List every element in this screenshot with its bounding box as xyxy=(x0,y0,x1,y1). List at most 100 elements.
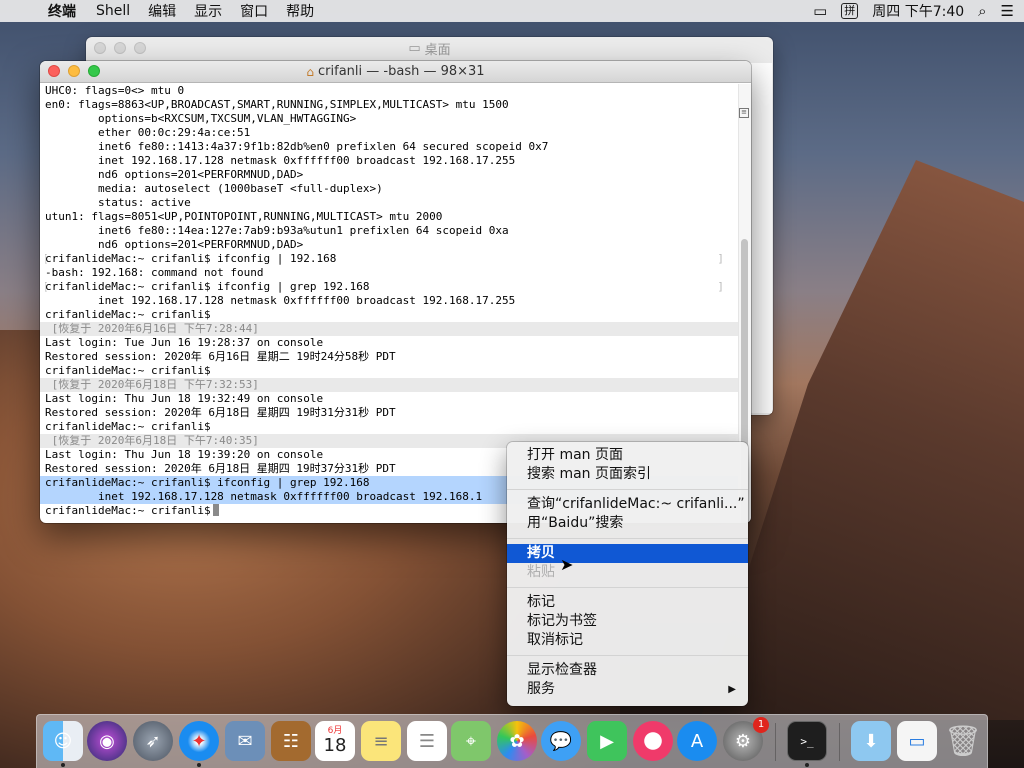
reminders-dock-icon[interactable]: ☰ xyxy=(407,721,447,761)
context-menu-item[interactable]: 查询“crifanlideMac:~ crifanli...” xyxy=(507,495,748,514)
context-menu-item[interactable]: 拷贝 xyxy=(507,544,748,563)
finder-titlebar: ▭ 桌面 xyxy=(86,37,773,59)
split-pane-icon[interactable]: ≡ xyxy=(739,108,749,118)
terminal-line-text: Last login: Thu Jun 18 19:32:49 on conso… xyxy=(45,392,324,405)
terminal-line-text: [恢复于 2020年6月16日 下午7:28:44] xyxy=(45,322,259,335)
terminal-line-text: inet 192.168.17.128 netmask 0xffffff00 b… xyxy=(45,154,516,167)
terminal-line: crifanlideMac:~ crifanli$ ifconfig | 192… xyxy=(45,252,738,266)
menu-edit[interactable]: 编辑 xyxy=(148,1,176,21)
context-menu-item-label: 服务 xyxy=(527,681,555,697)
document-stack-icon[interactable]: ▭ xyxy=(897,721,937,761)
context-menu-item[interactable]: 服务 ▶ xyxy=(507,680,748,699)
terminal-line-text: status: active xyxy=(45,196,191,209)
context-menu-item[interactable]: 搜索 man 页面索引 xyxy=(507,465,748,484)
menu-help[interactable]: 帮助 xyxy=(286,1,314,21)
dock: ☺ ◉ ➶ ✦ ✉ ☷ 6月 18 ≡ ☰ ⌖ ✿ 💬 ▶ ♪ A ⚙ 1 >_… xyxy=(36,714,988,768)
terminal-line: ether 00:0c:29:4a:ce:51 xyxy=(45,126,738,140)
terminal-line-text: inet 192.168.17.128 netmask 0xffffff00 b… xyxy=(45,490,483,503)
maps-dock-icon[interactable]: ⌖ xyxy=(451,721,491,761)
terminal-zoom-button[interactable] xyxy=(88,65,100,77)
terminal-line-text: nd6 options=201<PERFORMNUD,DAD> xyxy=(45,238,304,251)
music-dock-icon[interactable]: ♪ xyxy=(633,721,673,761)
terminal-line: inet 192.168.17.128 netmask 0xffffff00 b… xyxy=(45,154,738,168)
terminal-line: crifanlideMac:~ crifanli$ xyxy=(45,420,738,434)
terminal-dock-icon[interactable]: >_ xyxy=(787,721,827,761)
context-menu-item[interactable]: 打开 man 页面 xyxy=(507,446,748,465)
terminal-minimize-button[interactable] xyxy=(68,65,80,77)
terminal-line-text: crifanlideMac:~ crifanli$ ifconfig | gre… xyxy=(45,280,370,293)
terminal-close-button[interactable] xyxy=(48,65,60,77)
finder-window-controls xyxy=(94,42,146,54)
contacts-dock-icon[interactable]: ☷ xyxy=(271,721,311,761)
menu-separator xyxy=(507,538,748,539)
mail-dock-icon[interactable]: ✉ xyxy=(225,721,265,761)
messages-dock-icon[interactable]: 💬 xyxy=(541,721,581,761)
context-menu-item-label: 取消标记 xyxy=(527,632,583,648)
app-store-dock-icon[interactable]: A xyxy=(677,721,717,761)
finder-zoom-button[interactable] xyxy=(134,42,146,54)
terminal-line-text: Last login: Thu Jun 18 19:39:20 on conso… xyxy=(45,448,324,461)
launchpad-dock-icon[interactable]: ➶ xyxy=(133,721,173,761)
context-menu-item-label: 拷贝 xyxy=(527,545,555,561)
menu-view[interactable]: 显示 xyxy=(194,1,222,21)
context-menu-item[interactable]: 标记 xyxy=(507,593,748,612)
terminal-line: UHC0: flags=0<> mtu 0 xyxy=(45,84,738,98)
terminal-line-text: -bash: 192.168: command not found xyxy=(45,266,264,279)
menu-bar: 终端 Shell 编辑 显示 窗口 帮助 ▭ 拼 周四 下午7:40 ⌕ ☰ xyxy=(0,0,1024,22)
input-method-icon[interactable]: 拼 xyxy=(841,3,859,19)
terminal-line: status: active xyxy=(45,196,738,210)
context-menu-item[interactable]: 用“Baidu”搜索 xyxy=(507,514,748,533)
downloads-folder-icon[interactable]: ⬇ xyxy=(851,721,891,761)
notification-center-icon[interactable]: ☰ xyxy=(1001,2,1014,20)
context-menu-item-label: 标记为书签 xyxy=(527,613,597,629)
session-restore-marker: [恢复于 2020年6月18日 下午7:32:53] xyxy=(40,378,738,392)
terminal-line-text: Restored session: 2020年 6月16日 星期二 19时24分… xyxy=(45,350,396,363)
context-menu-item[interactable]: 标记为书签 xyxy=(507,612,748,631)
context-menu-item-label: 显示检查器 xyxy=(527,662,597,678)
terminal-line-text: options=b<RXCSUM,TXCSUM,VLAN_HWTAGGING> xyxy=(45,112,357,125)
terminal-line: inet6 fe80::14ea:127e:7ab9:b93a%utun1 pr… xyxy=(45,224,738,238)
context-menu-item-label: 搜索 man 页面索引 xyxy=(527,466,651,482)
terminal-line: Last login: Thu Jun 18 19:32:49 on conso… xyxy=(45,392,738,406)
calendar-dock-icon[interactable]: 6月 18 xyxy=(315,721,355,761)
facetime-dock-icon[interactable]: ▶ xyxy=(587,721,627,761)
notes-dock-icon[interactable]: ≡ xyxy=(361,721,401,761)
context-menu-item-label: 用“Baidu”搜索 xyxy=(527,515,624,531)
terminal-line: inet6 fe80::1413:4a37:9f1b:82db%en0 pref… xyxy=(45,140,738,154)
folder-icon: ▭ xyxy=(408,40,421,56)
menubar-clock[interactable]: 周四 下午7:40 xyxy=(872,1,964,21)
menu-separator xyxy=(507,587,748,588)
system-preferences-dock-icon[interactable]: ⚙ 1 xyxy=(723,717,769,761)
photos-dock-icon[interactable]: ✿ xyxy=(497,721,537,761)
siri-dock-icon[interactable]: ◉ xyxy=(87,721,127,761)
terminal-line: media: autoselect (1000baseT <full-duple… xyxy=(45,182,738,196)
terminal-line-text: Last login: Tue Jun 16 19:28:37 on conso… xyxy=(45,336,324,349)
menu-app-name[interactable]: 终端 xyxy=(48,1,76,21)
context-menu-item-label: 打开 man 页面 xyxy=(527,447,623,463)
mouse-pointer-icon: ➤ xyxy=(560,555,574,574)
terminal-titlebar: ⌂ crifanli — -bash — 98×31 xyxy=(40,61,751,83)
finder-close-button[interactable] xyxy=(94,42,106,54)
finder-dock-icon[interactable]: ☺ xyxy=(43,721,83,761)
bookmark-bracket-right: ] xyxy=(717,252,724,265)
dock-separator xyxy=(839,723,840,761)
terminal-line-text: ether 00:0c:29:4a:ce:51 xyxy=(45,126,251,139)
terminal-line-text: en0: flags=8863<UP,BROADCAST,SMART,RUNNI… xyxy=(45,98,509,111)
finder-minimize-button[interactable] xyxy=(114,42,126,54)
trash-icon[interactable]: 🗑 xyxy=(943,721,983,761)
context-menu-item[interactable]: 取消标记 xyxy=(507,631,748,650)
menu-shell[interactable]: Shell xyxy=(96,3,130,19)
terminal-line: Restored session: 2020年 6月18日 星期四 19时31分… xyxy=(45,406,738,420)
terminal-line-text: Restored session: 2020年 6月18日 星期四 19时37分… xyxy=(45,462,396,475)
bookmark-bracket-left: [ xyxy=(45,280,49,294)
context-menu-item[interactable]: 显示检查器 xyxy=(507,661,748,680)
terminal-line: crifanlideMac:~ crifanli$ xyxy=(45,308,738,322)
context-menu-item: 粘贴 xyxy=(507,563,748,582)
display-mirroring-icon[interactable]: ▭ xyxy=(813,2,827,20)
spotlight-search-icon[interactable]: ⌕ xyxy=(978,2,986,20)
submenu-arrow-icon: ▶ xyxy=(728,684,736,695)
terminal-line-text: inet6 fe80::14ea:127e:7ab9:b93a%utun1 pr… xyxy=(45,224,509,237)
menu-window[interactable]: 窗口 xyxy=(240,1,268,21)
safari-running-indicator xyxy=(197,763,201,767)
safari-dock-icon[interactable]: ✦ xyxy=(179,721,219,761)
